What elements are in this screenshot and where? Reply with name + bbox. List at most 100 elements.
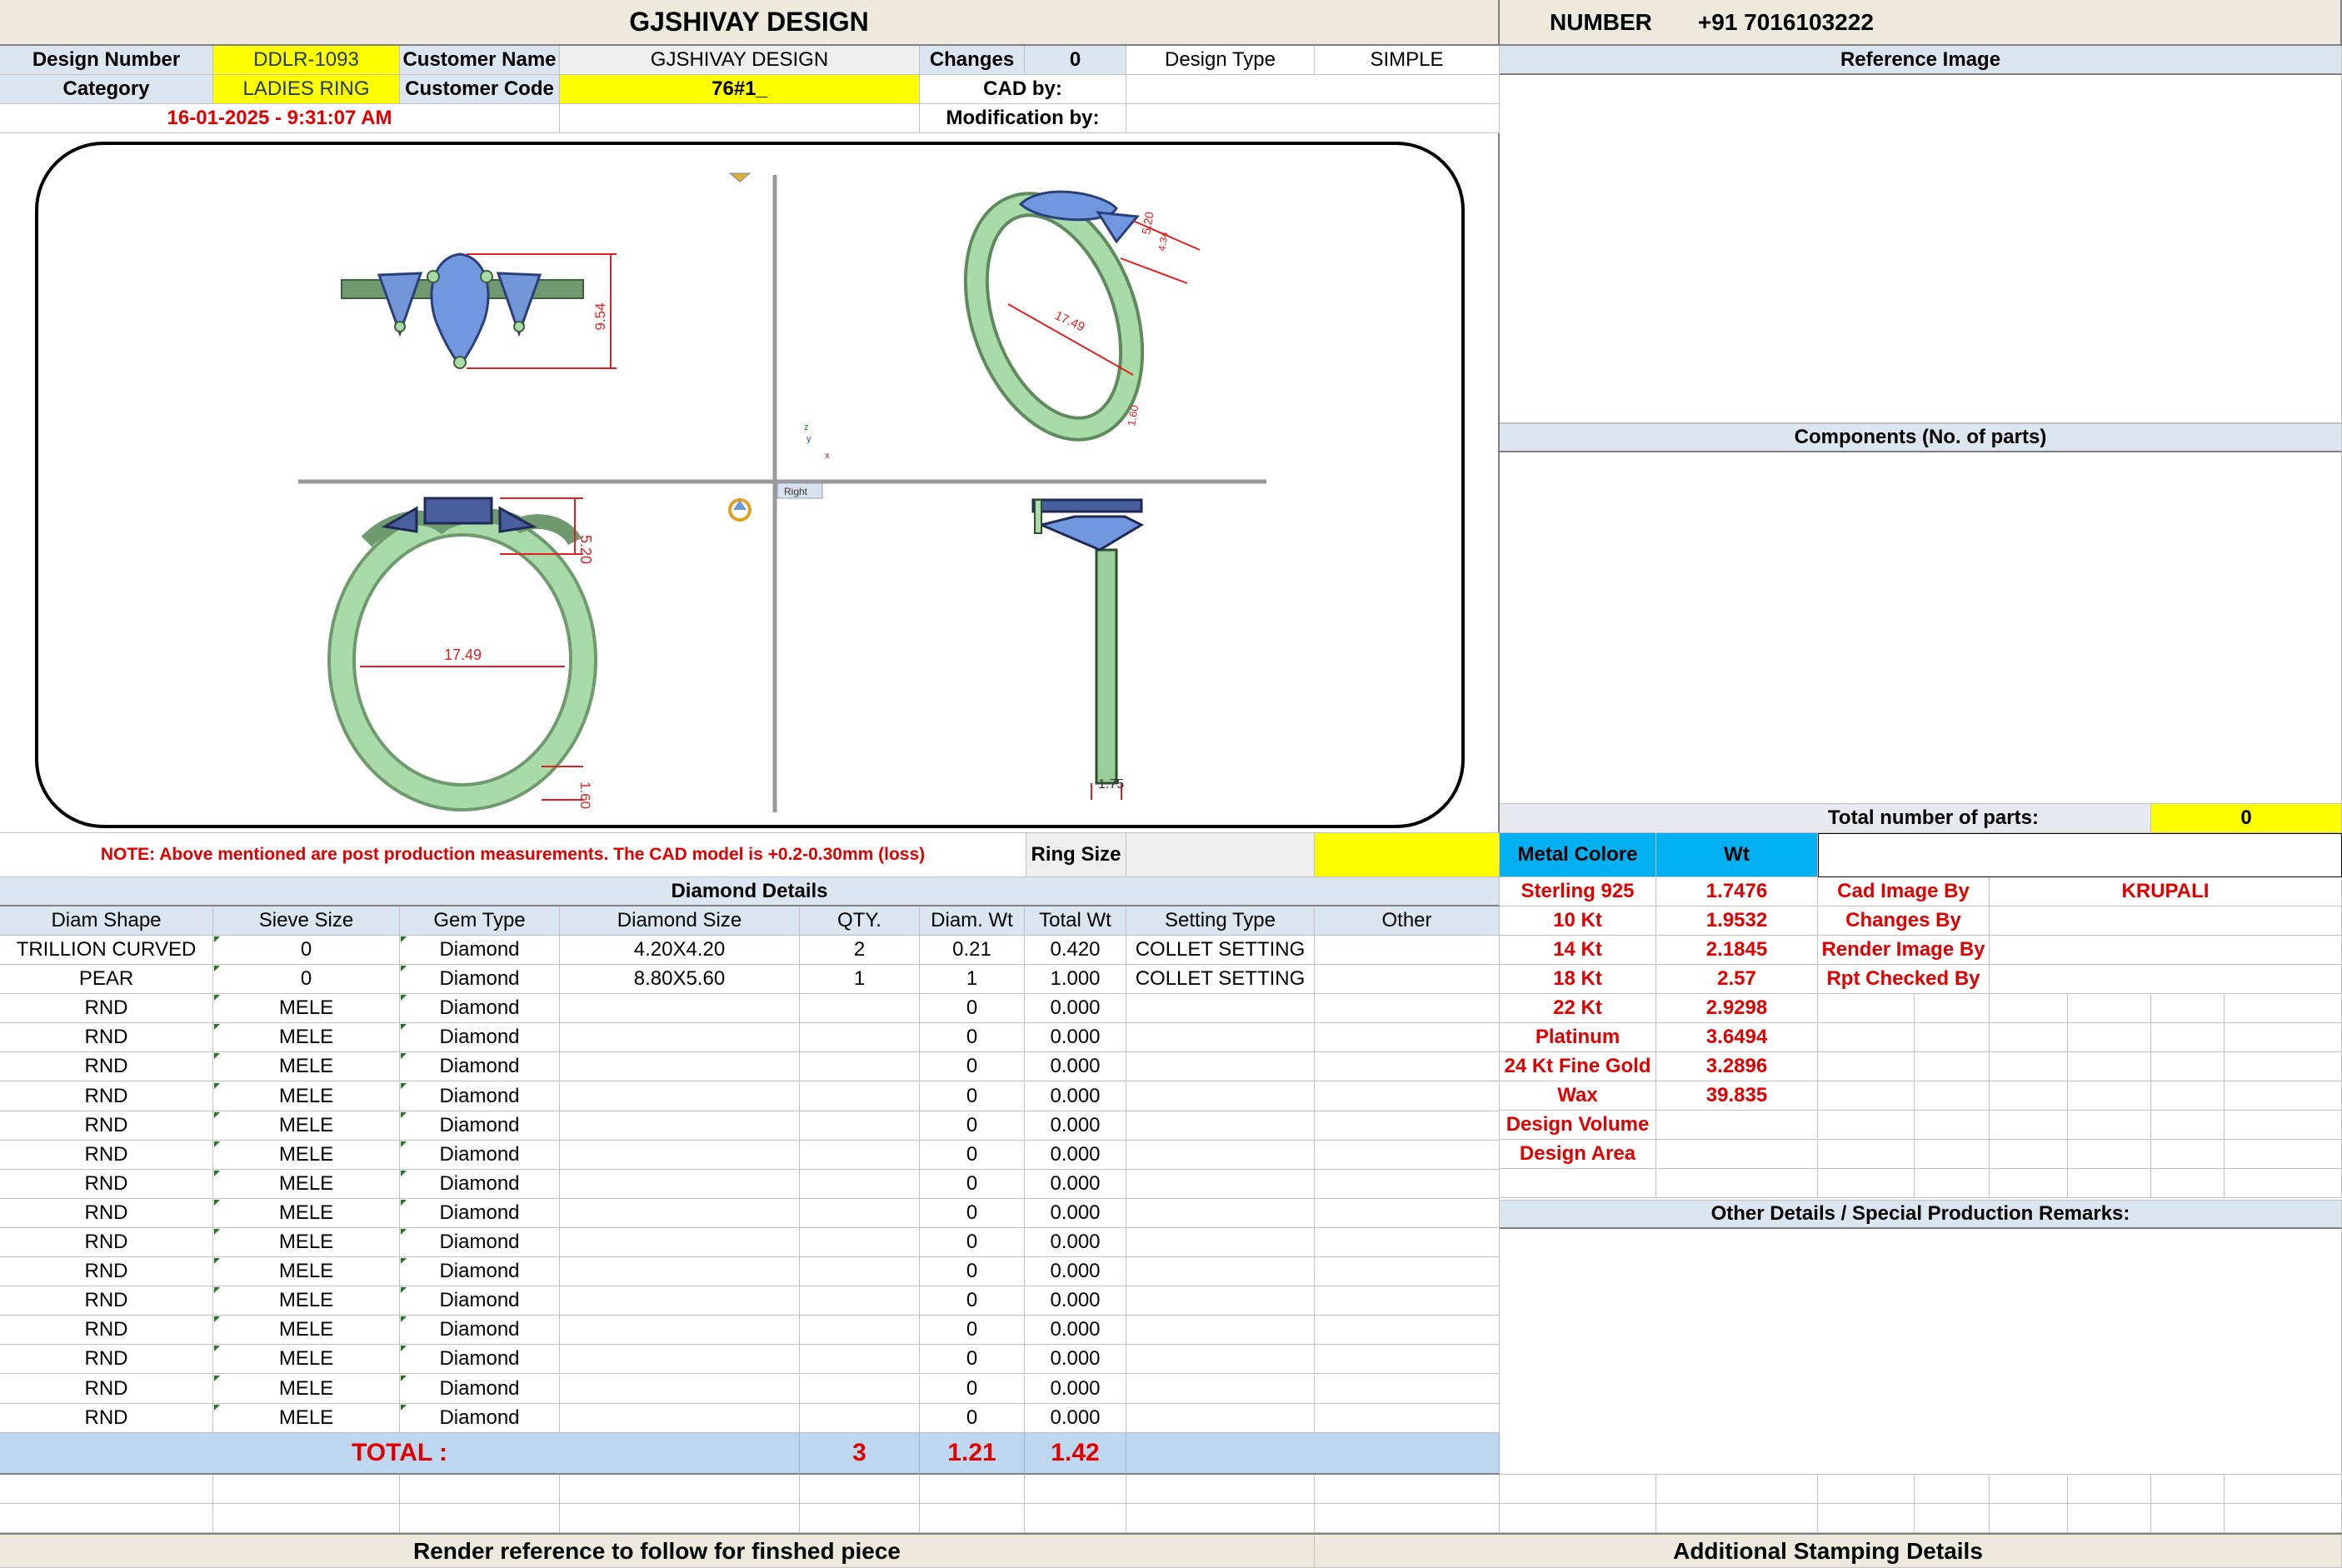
- cell-other[interactable]: [1315, 1052, 1500, 1081]
- cell-total-wt[interactable]: 0.000: [1025, 1199, 1126, 1228]
- cell-qty[interactable]: [800, 1345, 920, 1374]
- grid-cell[interactable]: [2068, 1023, 2151, 1052]
- grid-cell[interactable]: [1990, 1111, 2068, 1140]
- cell-sieve-size[interactable]: MELE: [213, 1345, 400, 1374]
- cell-setting-type[interactable]: [1126, 1345, 1315, 1374]
- grid-cell[interactable]: [1915, 1081, 1990, 1111]
- cell-total-wt[interactable]: 0.000: [1025, 1052, 1126, 1081]
- cad-by-value[interactable]: [1126, 75, 1500, 104]
- cell-gem-type[interactable]: Diamond: [400, 936, 560, 965]
- blank-info-cell[interactable]: [560, 104, 920, 133]
- cell-diam-shape[interactable]: RND: [0, 1286, 213, 1316]
- other-details-area[interactable]: [1500, 1229, 2342, 1475]
- blank-cell[interactable]: [213, 1504, 400, 1533]
- cell-gem-type[interactable]: Diamond: [400, 1257, 560, 1286]
- cell-diam-shape[interactable]: RND: [0, 1111, 213, 1141]
- cell-diam-shape[interactable]: RND: [0, 1228, 213, 1257]
- cell-diam-shape[interactable]: RND: [0, 1316, 213, 1345]
- metal-weight[interactable]: 39.835: [1656, 1081, 1818, 1111]
- grid-cell[interactable]: [1990, 1169, 2068, 1198]
- grid-cell[interactable]: [2225, 1111, 2342, 1140]
- cell-sieve-size[interactable]: MELE: [213, 1052, 400, 1081]
- grid-cell[interactable]: [1915, 1169, 1990, 1198]
- cell-qty[interactable]: 2: [800, 936, 920, 965]
- cell-diam-shape[interactable]: RND: [0, 1082, 213, 1111]
- cell-qty[interactable]: [800, 1375, 920, 1404]
- blank-cell[interactable]: [213, 1475, 400, 1504]
- cell-diam-wt[interactable]: 0: [920, 1052, 1025, 1081]
- cell-diam-shape[interactable]: RND: [0, 1345, 213, 1374]
- cell-other[interactable]: [1315, 1286, 1500, 1316]
- grid-cell[interactable]: [2151, 1023, 2225, 1052]
- cell-total-wt[interactable]: 0.000: [1025, 1286, 1126, 1316]
- metal-weight[interactable]: 2.57: [1656, 965, 1818, 994]
- grid-cell[interactable]: [1990, 994, 2068, 1023]
- blank-cell[interactable]: [1500, 1504, 1656, 1533]
- blank-cell[interactable]: [1656, 1475, 1818, 1504]
- cell-diamond-size[interactable]: [560, 1375, 800, 1404]
- cell-qty[interactable]: [800, 1111, 920, 1141]
- cell-diam-wt[interactable]: 0: [920, 1345, 1025, 1374]
- cell-total-wt[interactable]: 1.000: [1025, 965, 1126, 994]
- blank-cell[interactable]: [1126, 1504, 1315, 1533]
- blank-cell[interactable]: [0, 1504, 213, 1533]
- cell-diam-wt[interactable]: 0: [920, 1141, 1025, 1170]
- viewport-label[interactable]: Right: [784, 486, 808, 497]
- cell-diamond-size[interactable]: [560, 1141, 800, 1170]
- cell-setting-type[interactable]: [1126, 1052, 1315, 1081]
- cell-diam-wt[interactable]: 0: [920, 1023, 1025, 1052]
- cell-other[interactable]: [1315, 1404, 1500, 1433]
- cell-total-wt[interactable]: 0.000: [1025, 1082, 1126, 1111]
- grid-cell[interactable]: [2225, 994, 2342, 1023]
- cell-total-wt[interactable]: 0.000: [1025, 994, 1126, 1023]
- cell-diam-wt[interactable]: 0: [920, 1111, 1025, 1141]
- blank-cell[interactable]: [2068, 1504, 2151, 1533]
- blank-cell[interactable]: [1315, 1475, 1500, 1504]
- cell-setting-type[interactable]: [1126, 1316, 1315, 1345]
- cell-gem-type[interactable]: Diamond: [400, 1345, 560, 1374]
- blank-cell[interactable]: [920, 1504, 1025, 1533]
- cell-qty[interactable]: [800, 1199, 920, 1228]
- grid-cell[interactable]: [2068, 1081, 2151, 1111]
- blank-cell[interactable]: [400, 1504, 560, 1533]
- cell-diam-wt[interactable]: 0: [920, 1082, 1025, 1111]
- cell-total-wt[interactable]: 0.000: [1025, 1316, 1126, 1345]
- cell-setting-type[interactable]: [1126, 1141, 1315, 1170]
- cell-diam-shape[interactable]: RND: [0, 1023, 213, 1052]
- metal-weight[interactable]: [1656, 1140, 1818, 1169]
- cell-qty[interactable]: 1: [800, 965, 920, 994]
- cell-gem-type[interactable]: Diamond: [400, 1023, 560, 1052]
- cell-sieve-size[interactable]: MELE: [213, 994, 400, 1023]
- blank-cell[interactable]: [1818, 1504, 1915, 1533]
- cell-diam-shape[interactable]: RND: [0, 994, 213, 1023]
- grid-cell[interactable]: [1990, 1081, 2068, 1111]
- cell-diam-shape[interactable]: TRILLION CURVED: [0, 936, 213, 965]
- cell-diam-shape[interactable]: RND: [0, 1141, 213, 1170]
- grid-cell[interactable]: [2225, 1052, 2342, 1081]
- cell-diam-wt[interactable]: 0: [920, 1257, 1025, 1286]
- cell-diam-wt[interactable]: 0: [920, 1170, 1025, 1199]
- cell-other[interactable]: [1315, 1316, 1500, 1345]
- grid-cell[interactable]: [2068, 1169, 2151, 1198]
- cell-sieve-size[interactable]: MELE: [213, 1199, 400, 1228]
- metal-weight[interactable]: 1.9532: [1656, 906, 1818, 936]
- cell-sieve-size[interactable]: MELE: [213, 1082, 400, 1111]
- cell-diamond-size[interactable]: [560, 1404, 800, 1433]
- cell-diamond-size[interactable]: [560, 1111, 800, 1141]
- grid-cell[interactable]: [1818, 994, 1915, 1023]
- cell-diamond-size[interactable]: [560, 1345, 800, 1374]
- cell-sieve-size[interactable]: MELE: [213, 1316, 400, 1345]
- grid-cell[interactable]: [2151, 1111, 2225, 1140]
- customer-name-value[interactable]: GJSHIVAY DESIGN: [560, 46, 920, 75]
- cell-setting-type[interactable]: [1126, 1082, 1315, 1111]
- blank-cell[interactable]: [1315, 1504, 1500, 1533]
- category-value[interactable]: LADIES RING: [213, 75, 400, 104]
- cell-total-wt[interactable]: 0.000: [1025, 1345, 1126, 1374]
- grid-cell[interactable]: [2225, 1140, 2342, 1169]
- cell-diam-wt[interactable]: 0: [920, 1286, 1025, 1316]
- cell-other[interactable]: [1315, 1375, 1500, 1404]
- blank-cell[interactable]: [2225, 1504, 2342, 1533]
- design-type-value[interactable]: SIMPLE: [1315, 46, 1500, 75]
- ring-size-highlight[interactable]: [1315, 833, 1500, 877]
- cell-gem-type[interactable]: Diamond: [400, 1404, 560, 1433]
